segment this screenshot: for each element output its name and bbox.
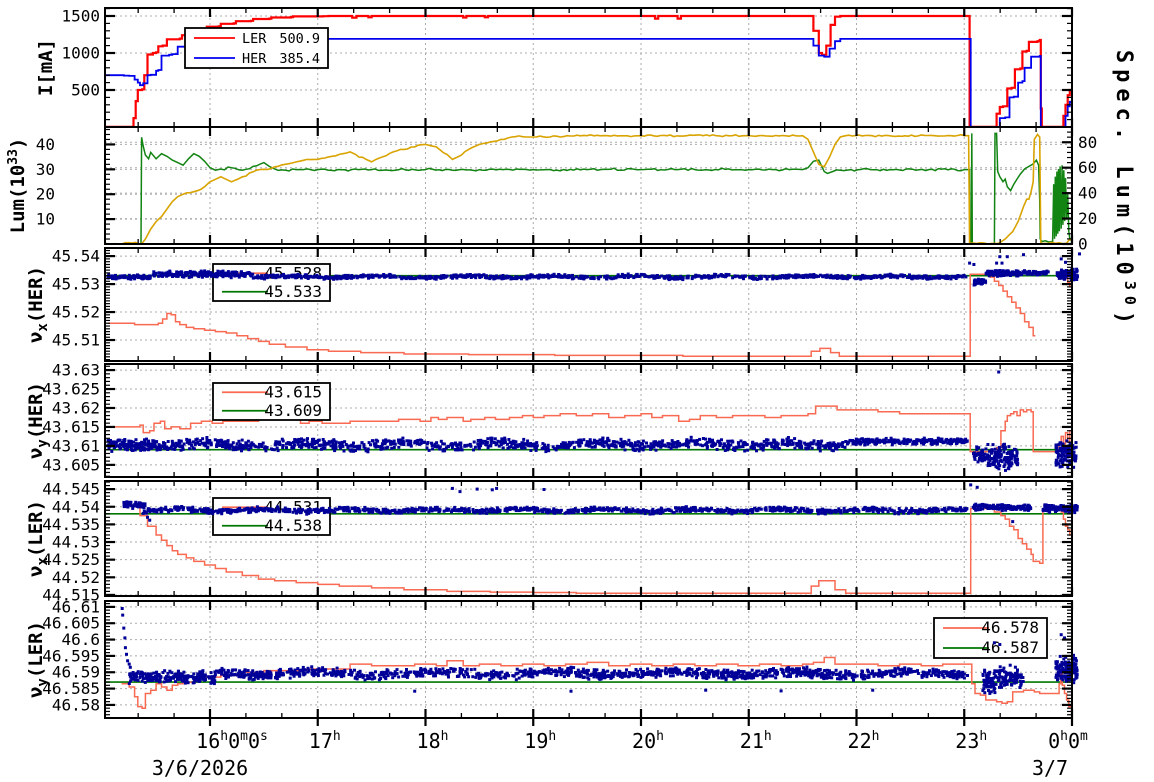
y-tick-label: 30 xyxy=(36,160,55,179)
scatter-outlier xyxy=(992,641,996,645)
y-axis-label: I[mA] xyxy=(35,39,57,96)
scatter-outlier xyxy=(998,643,1002,646)
y-tick-label: 44.545 xyxy=(42,480,100,499)
y-tick-label: 40 xyxy=(36,135,55,154)
scatter-outlier xyxy=(127,662,131,666)
scatter-outlier xyxy=(413,689,417,693)
y-tick-label: 43.62 xyxy=(52,398,100,417)
y-tick-label: 45.51 xyxy=(52,331,100,350)
y-tick-label: 1500 xyxy=(61,6,100,25)
legend-value: 385.4 xyxy=(279,51,320,67)
y-tick-label: 45.52 xyxy=(52,303,100,322)
y-tick-label: 500 xyxy=(71,80,100,99)
right-axis-tick-label: 40 xyxy=(1078,184,1097,203)
legend: 45.52845.533 xyxy=(212,263,331,302)
legend-series-name: HER xyxy=(242,51,267,67)
scatter-outlier xyxy=(148,518,152,522)
scatter-outlier xyxy=(779,689,783,693)
scatter-outlier xyxy=(871,688,875,692)
tune-monitor-figure: LER 500.9 HER 385.4 500 1000 1500 I[mA] 0 20 40 60 8… xyxy=(0,0,1154,782)
y-tick-label: 46.605 xyxy=(42,614,100,633)
scatter-outlier xyxy=(1005,255,1009,259)
legend-value: 45.528 xyxy=(264,263,322,282)
scatter-outlier xyxy=(1000,261,1004,265)
y-tick-label: 43.615 xyxy=(42,417,100,436)
legend: 46.57846.587 xyxy=(933,617,1048,659)
scatter-outlier xyxy=(1059,633,1063,637)
right-axis-tick-label: 60 xyxy=(1078,158,1097,177)
right-axis-tick-label: 20 xyxy=(1078,209,1097,228)
x-tick-label: 16h​0m​0s​ xyxy=(196,729,268,753)
scatter-outlier xyxy=(458,490,462,494)
scatter-outlier xyxy=(1059,257,1063,261)
y-tick-label: 46.59 xyxy=(52,663,100,682)
legend-value: 46.578 xyxy=(981,618,1039,637)
legend-value: 44.538 xyxy=(264,516,322,535)
scatter-outlier xyxy=(121,613,125,617)
scatter-outlier xyxy=(450,486,454,490)
scatter-outlier xyxy=(997,370,1001,374)
scatter-outlier xyxy=(569,689,573,693)
date-label-left: 3/6/2026 xyxy=(152,756,248,780)
scatter-outlier xyxy=(128,665,132,669)
legend: LER 500.9 HER 385.4 xyxy=(184,27,329,69)
y-tick-label: 43.625 xyxy=(42,380,100,399)
y-tick-label: 44.53 xyxy=(52,533,100,552)
y-tick-label: 45.53 xyxy=(52,275,100,294)
scatter-outlier xyxy=(1011,520,1015,524)
scatter-outlier xyxy=(972,263,976,266)
y-tick-label: 46.595 xyxy=(42,646,100,665)
right-axis-tick-label: 0 xyxy=(1078,235,1088,254)
y-tick-label: 45.54 xyxy=(52,247,100,266)
y-tick-label: 20 xyxy=(36,185,55,204)
scatter-outlier xyxy=(123,646,127,650)
legend: 43.61543.609 xyxy=(212,382,331,421)
scatter-outlier xyxy=(475,487,479,491)
scatter-outlier xyxy=(968,261,972,265)
scatter-outlier xyxy=(998,255,1002,259)
y-tick-label: 43.63 xyxy=(52,361,100,380)
scatter-outlier xyxy=(146,515,149,519)
scatter-outlier xyxy=(126,659,130,663)
y-tick-label: 44.54 xyxy=(52,497,100,516)
legend: 44.53144.538 xyxy=(212,497,331,536)
date-label-right: 3/7 xyxy=(1032,756,1068,780)
scatter-outlier xyxy=(1022,253,1025,257)
legend-value: 500.9 xyxy=(279,31,320,47)
scatter-outlier xyxy=(969,483,973,487)
scatter-outlier xyxy=(542,488,546,491)
y-tick-label: 46.6 xyxy=(61,630,100,649)
right-axis-tick-label: 80 xyxy=(1078,133,1097,152)
legend-value: 45.533 xyxy=(264,282,322,301)
y-tick-label: 43.61 xyxy=(52,436,100,455)
y-tick-label: 1000 xyxy=(61,43,100,62)
scatter-outlier xyxy=(1064,260,1067,264)
y-tick-label: 43.605 xyxy=(42,455,100,474)
scatter-outlier xyxy=(490,488,494,492)
y-tick-label: 44.535 xyxy=(42,515,100,534)
y-tick-label: 10 xyxy=(36,210,55,229)
scatter-outlier xyxy=(123,636,127,640)
y-tick-label: 46.58 xyxy=(52,695,100,714)
legend-value: 46.587 xyxy=(981,638,1039,657)
legend-value: 43.609 xyxy=(264,401,322,420)
scatter-outlier xyxy=(122,626,126,630)
scatter-outlier xyxy=(120,607,124,610)
scatter-outlier xyxy=(975,485,979,489)
scatter-outlier xyxy=(1078,252,1081,256)
y-tick-label: 46.61 xyxy=(52,597,100,616)
legend-value: 43.615 xyxy=(264,382,322,401)
scatter-outlier xyxy=(125,652,128,656)
scatter-outlier xyxy=(495,486,499,490)
scatter-outlier xyxy=(704,688,708,692)
scatter-outlier xyxy=(995,261,999,265)
chart-svg: LER 500.9 HER 385.4 500 1000 1500I[mA] 0 20 40 60 8… xyxy=(0,0,1154,782)
y-tick-label: 44.52 xyxy=(52,568,100,587)
legend-series-name: LER xyxy=(242,31,267,47)
